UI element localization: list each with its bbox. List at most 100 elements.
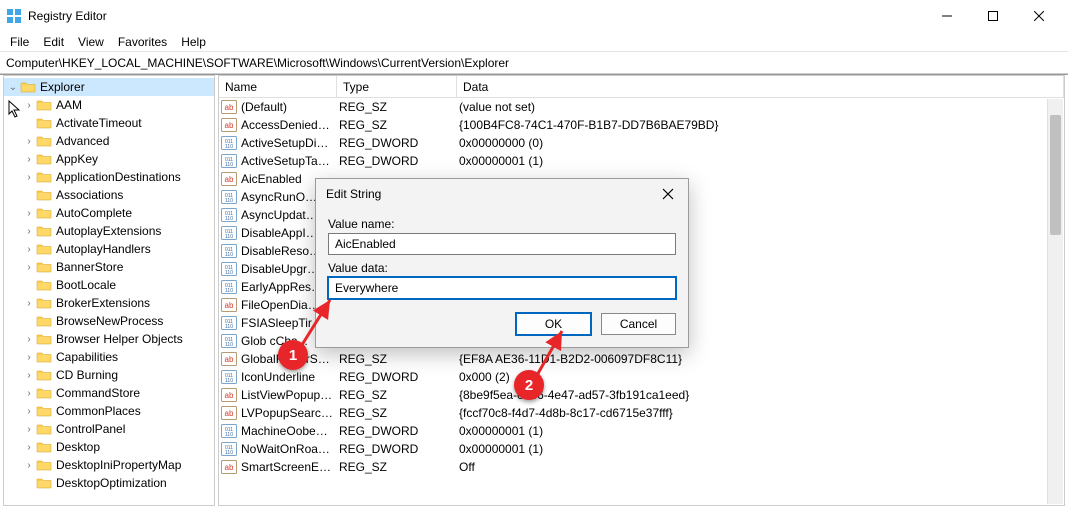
value-row[interactable]: abAccessDeniedDi...REG_SZ{100B4FC8-74C1-…	[219, 116, 1064, 134]
value-row[interactable]: abLVPopupSearch...REG_SZ{fccf70c8-f4d7-4…	[219, 404, 1064, 422]
menu-view[interactable]: View	[78, 35, 104, 49]
tree-item[interactable]: ›BrokerExtensions	[4, 294, 214, 312]
svg-text:110: 110	[225, 324, 233, 330]
tree-item-label: BrowseNewProcess	[56, 314, 163, 328]
value-type: REG_DWORD	[333, 442, 453, 456]
value-name: AsyncUpdat…	[241, 208, 318, 222]
tree-item[interactable]: ›AutoComplete	[4, 204, 214, 222]
value-row[interactable]: 011110MachineOobeU...REG_DWORD0x00000001…	[219, 422, 1064, 440]
chevron-right-icon[interactable]: ›	[22, 208, 36, 219]
chevron-right-icon[interactable]: ›	[22, 136, 36, 147]
scrollbar-thumb[interactable]	[1050, 115, 1061, 235]
svg-text:110: 110	[225, 162, 233, 168]
value-row[interactable]: 011110ActiveSetupDisa...REG_DWORD0x00000…	[219, 134, 1064, 152]
tree-item[interactable]: ›CommandStore	[4, 384, 214, 402]
value-data: 0x00000001 (1)	[453, 424, 1064, 438]
column-name[interactable]: Name	[219, 76, 337, 97]
chevron-right-icon[interactable]: ›	[22, 334, 36, 345]
value-data: 0x00000000 (0)	[453, 136, 1064, 150]
chevron-right-icon[interactable]: ›	[22, 460, 36, 471]
tree-item[interactable]: DesktopOptimization	[4, 474, 214, 492]
value-row[interactable]: 011110NoWaitOnRoam...REG_DWORD0x00000001…	[219, 440, 1064, 458]
tree-item[interactable]: ›AutoplayHandlers	[4, 240, 214, 258]
tree-item[interactable]: ›Capabilities	[4, 348, 214, 366]
tree-item[interactable]: ›BannerStore	[4, 258, 214, 276]
address-bar[interactable]: Computer\HKEY_LOCAL_MACHINE\SOFTWARE\Mic…	[0, 52, 1068, 74]
value-data-label: Value data:	[328, 261, 676, 275]
value-row[interactable]: 011110ActiveSetupTask...REG_DWORD0x00000…	[219, 152, 1064, 170]
reg-sz-icon: ab	[221, 172, 237, 186]
chevron-right-icon[interactable]: ›	[22, 424, 36, 435]
column-type[interactable]: Type	[337, 76, 457, 97]
value-data: {fccf70c8-f4d7-4d8b-8c17-cd6715e37fff}	[453, 406, 1064, 420]
column-data[interactable]: Data	[457, 76, 1064, 97]
reg-sz-icon: ab	[221, 460, 237, 474]
tree-item[interactable]: ›CD Burning	[4, 366, 214, 384]
reg-dword-icon: 011110	[221, 370, 237, 384]
annotation-step-2: 2	[514, 370, 544, 400]
chevron-right-icon[interactable]: ›	[22, 100, 36, 111]
tree-item[interactable]: ›AppKey	[4, 150, 214, 168]
tree-item[interactable]: ›Desktop	[4, 438, 214, 456]
cancel-button[interactable]: Cancel	[601, 313, 676, 335]
maximize-button[interactable]	[970, 0, 1016, 32]
tree-item[interactable]: ActivateTimeout	[4, 114, 214, 132]
close-button[interactable]	[1016, 0, 1062, 32]
tree-pane[interactable]: ⌄Explorer›AAMActivateTimeout›Advanced›Ap…	[3, 75, 215, 506]
reg-sz-icon: ab	[221, 352, 237, 366]
chevron-right-icon[interactable]: ›	[22, 406, 36, 417]
chevron-down-icon[interactable]: ⌄	[6, 82, 20, 93]
column-headers[interactable]: Name Type Data	[219, 76, 1064, 98]
reg-dword-icon: 011110	[221, 208, 237, 222]
svg-text:110: 110	[225, 450, 233, 456]
svg-text:ab: ab	[225, 355, 234, 364]
chevron-right-icon[interactable]: ›	[22, 154, 36, 165]
tree-item[interactable]: BootLocale	[4, 276, 214, 294]
value-type: REG_DWORD	[333, 136, 453, 150]
value-row[interactable]: abListViewPopupC...REG_SZ{8be9f5ea-e746-…	[219, 386, 1064, 404]
value-row[interactable]: ab(Default)REG_SZ(value not set)	[219, 98, 1064, 116]
reg-dword-icon: 011110	[221, 244, 237, 258]
minimize-button[interactable]	[924, 0, 970, 32]
tree-item[interactable]: ›AAM	[4, 96, 214, 114]
tree-item-label: ControlPanel	[56, 422, 125, 436]
tree-item[interactable]: › ControlPanel	[4, 420, 214, 438]
tree-item[interactable]: ›DesktopIniPropertyMap	[4, 456, 214, 474]
folder-icon	[36, 422, 52, 436]
tree-item[interactable]: ›CommonPlaces	[4, 402, 214, 420]
value-name-input[interactable]	[328, 233, 676, 255]
chevron-right-icon[interactable]: ›	[22, 442, 36, 453]
tree-item[interactable]: BrowseNewProcess	[4, 312, 214, 330]
tree-item-explorer[interactable]: ⌄Explorer	[4, 78, 214, 96]
chevron-right-icon[interactable]: ›	[22, 226, 36, 237]
value-data-input[interactable]	[328, 277, 676, 299]
menu-edit[interactable]: Edit	[43, 35, 64, 49]
value-row[interactable]: abSmartScreenEna...REG_SZOff	[219, 458, 1064, 476]
value-name: DisableAppI…	[241, 226, 318, 240]
chevron-right-icon[interactable]: ›	[22, 244, 36, 255]
dialog-close-button[interactable]	[658, 184, 678, 204]
chevron-right-icon[interactable]: ›	[22, 298, 36, 309]
reg-dword-icon: 011110	[221, 154, 237, 168]
chevron-right-icon[interactable]: ›	[22, 262, 36, 273]
tree-item[interactable]: ›AutoplayExtensions	[4, 222, 214, 240]
menu-file[interactable]: File	[10, 35, 29, 49]
value-row[interactable]: 011110IconUnderlineREG_DWORD0x000 (2)	[219, 368, 1064, 386]
chevron-right-icon[interactable]: ›	[22, 172, 36, 183]
tree-item[interactable]: Associations	[4, 186, 214, 204]
chevron-right-icon[interactable]: ›	[22, 370, 36, 381]
vertical-scrollbar[interactable]	[1047, 99, 1063, 504]
tree-item[interactable]: ›Advanced	[4, 132, 214, 150]
menu-help[interactable]: Help	[181, 35, 206, 49]
menu-favorites[interactable]: Favorites	[118, 35, 167, 49]
value-name: (Default)	[241, 100, 287, 114]
chevron-right-icon[interactable]: ›	[22, 388, 36, 399]
tree-item[interactable]: ›ApplicationDestinations	[4, 168, 214, 186]
value-row[interactable]: abGlobalFolderSett...REG_SZ{EF8A AE36-11…	[219, 350, 1064, 368]
chevron-right-icon[interactable]: ›	[22, 352, 36, 363]
tree-item-label: Browser Helper Objects	[56, 332, 183, 346]
reg-sz-icon: ab	[221, 298, 237, 312]
reg-dword-icon: 011110	[221, 226, 237, 240]
tree-item[interactable]: › Browser Helper Objects	[4, 330, 214, 348]
tree-item-label: ActivateTimeout	[56, 116, 142, 130]
